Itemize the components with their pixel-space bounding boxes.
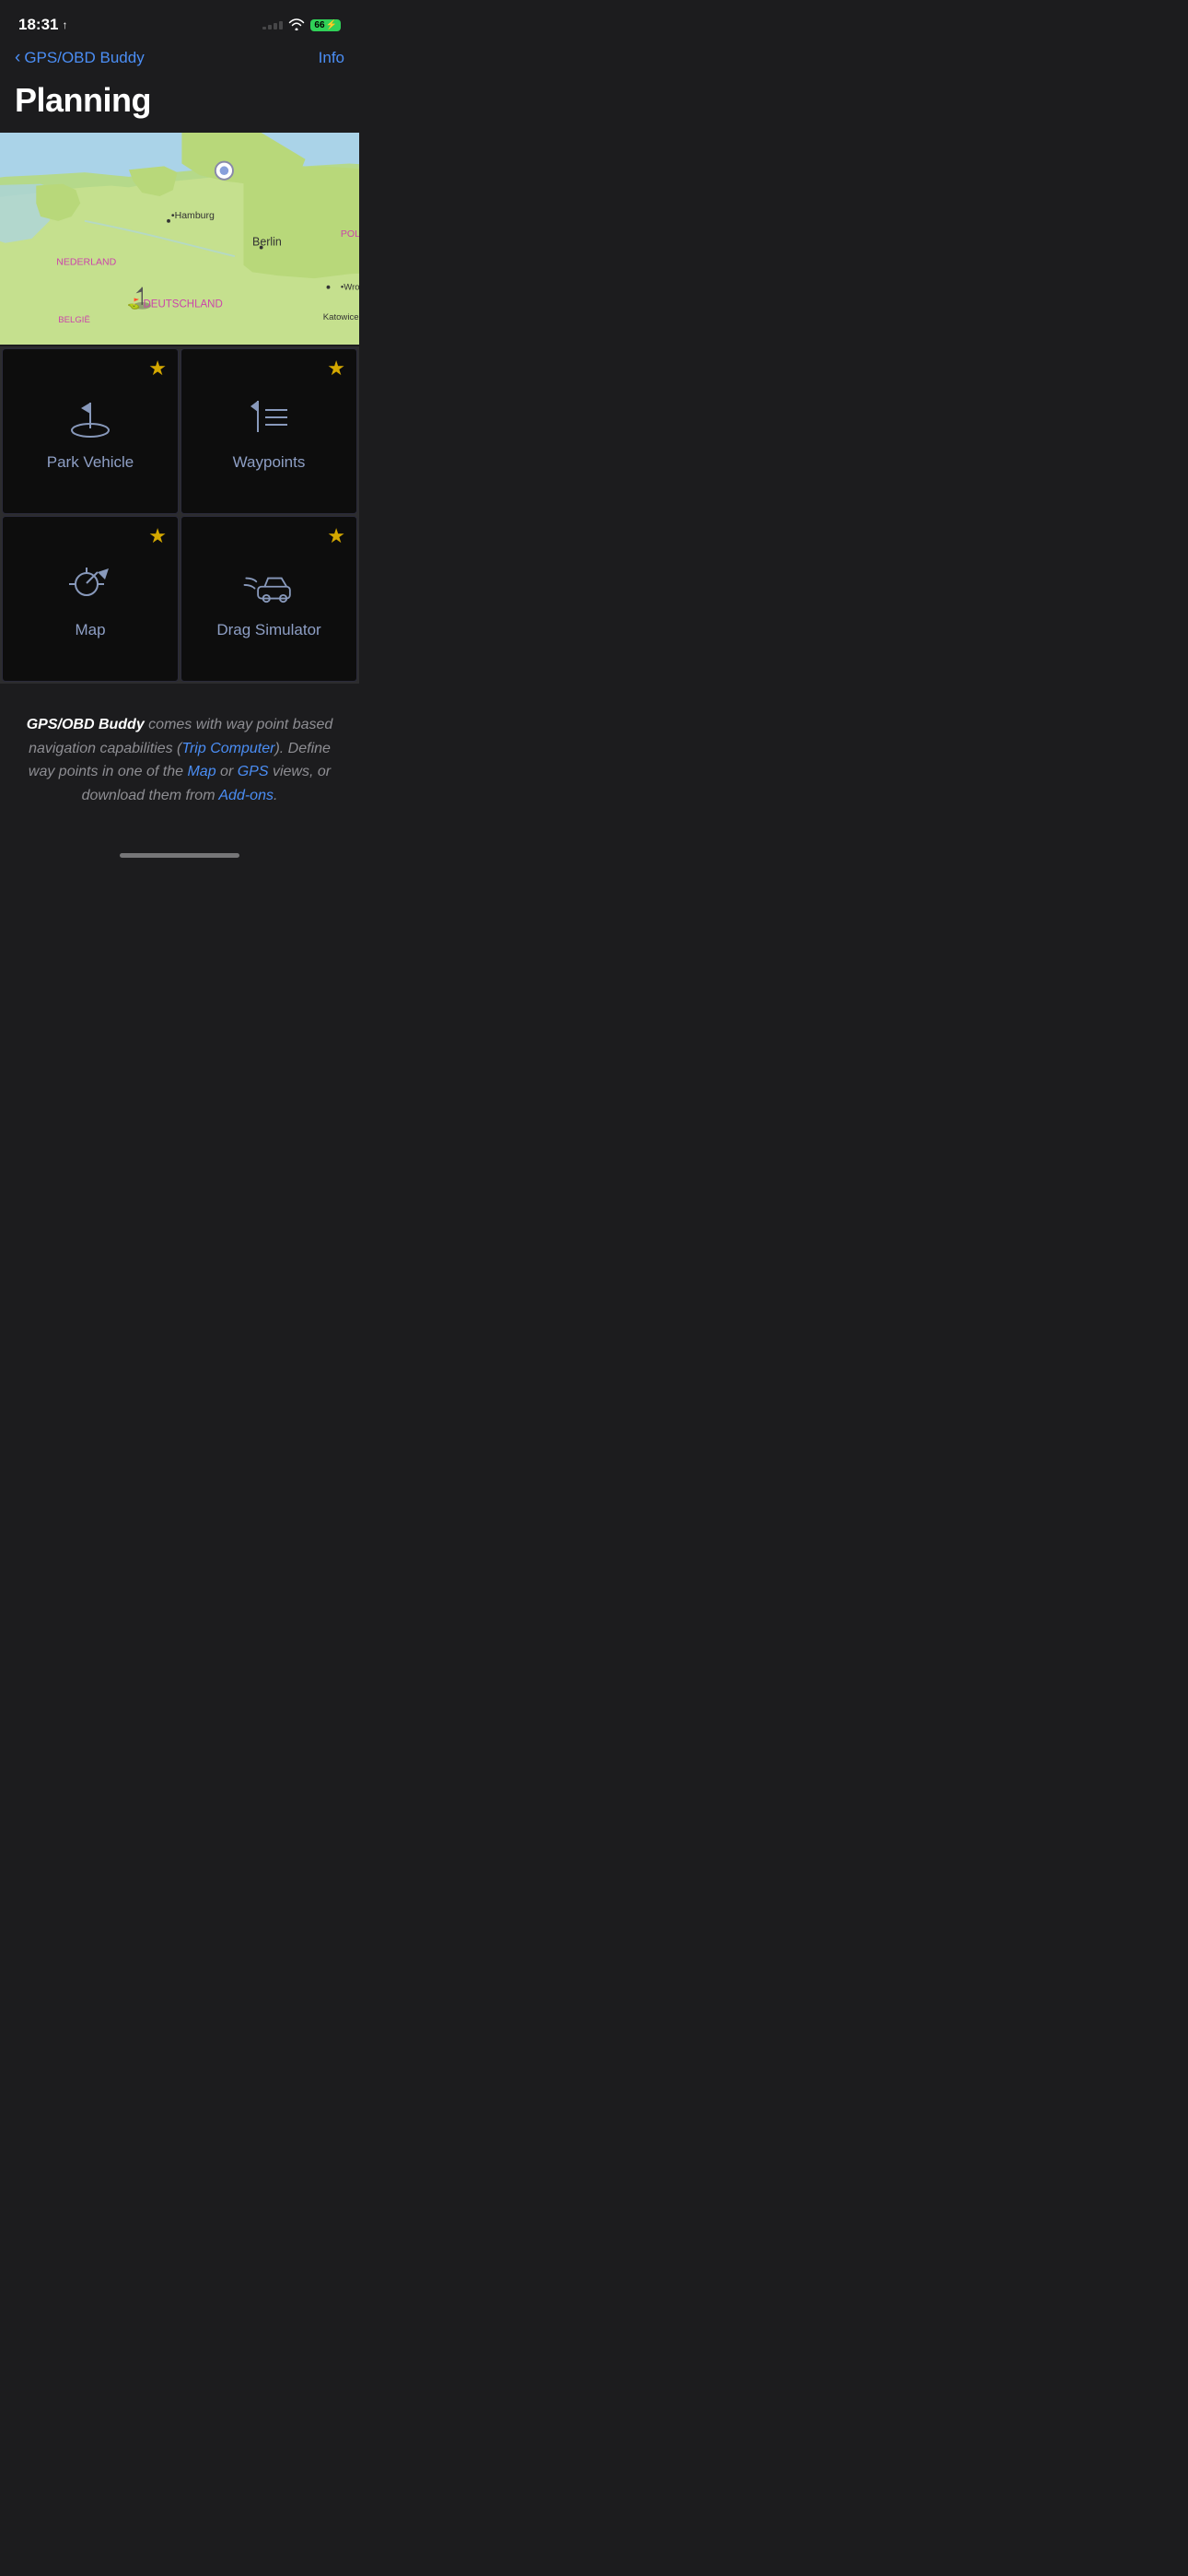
park-vehicle-cell[interactable]: ★ Park Vehicle — [2, 348, 179, 514]
map-icon — [58, 558, 122, 610]
svg-text:POLA: POLA — [341, 228, 359, 240]
status-time: 18:31 ↑ — [18, 16, 67, 34]
map-view[interactable]: TED GDOM Birmingham •London NEDERLAND •H… — [0, 133, 359, 345]
navigation-bar: ‹ GPS/OBD Buddy Info — [0, 44, 359, 77]
star-icon: ★ — [148, 524, 167, 547]
svg-text:•Hamburg: •Hamburg — [171, 210, 215, 221]
description-section: GPS/OBD Buddy comes with way point based… — [0, 684, 359, 844]
battery-level: 66 — [314, 20, 324, 30]
info-button[interactable]: Info — [319, 49, 344, 67]
page-title: Planning — [0, 77, 359, 133]
waypoints-star[interactable]: ★ — [327, 358, 345, 379]
star-icon: ★ — [327, 524, 345, 547]
back-label: GPS/OBD Buddy — [24, 49, 144, 67]
svg-text:•Wroc: •Wroc — [341, 283, 359, 293]
signal-strength-icon — [262, 21, 283, 29]
svg-text:Katowice: Katowice — [323, 312, 359, 322]
svg-text:Berlin: Berlin — [252, 236, 282, 249]
drag-simulator-icon — [237, 558, 301, 610]
addons-link[interactable]: Add-ons — [218, 788, 274, 803]
map-cell[interactable]: ★ Map — [2, 516, 179, 682]
battery-bolt-icon: ⚡ — [326, 20, 337, 30]
time-display: 18:31 — [18, 16, 58, 34]
svg-text:NEDERLAND: NEDERLAND — [56, 257, 116, 268]
battery-indicator: 66 ⚡ — [310, 19, 341, 31]
star-icon: ★ — [327, 357, 345, 380]
trip-computer-link[interactable]: Trip Computer — [181, 741, 274, 756]
waypoints-icon — [237, 391, 301, 442]
app-name-text: GPS/OBD Buddy — [27, 717, 145, 732]
back-button[interactable]: ‹ GPS/OBD Buddy — [15, 48, 145, 68]
status-icons: 66 ⚡ — [262, 18, 341, 33]
desc-text3: or — [216, 764, 238, 779]
gps-link[interactable]: GPS — [238, 764, 269, 779]
star-icon: ★ — [148, 357, 167, 380]
park-vehicle-icon — [58, 391, 122, 442]
home-bar — [120, 853, 239, 858]
drag-simulator-cell[interactable]: ★ Drag Simulator — [181, 516, 357, 682]
home-indicator — [0, 844, 359, 865]
waypoints-cell[interactable]: ★ Waypoints — [181, 348, 357, 514]
svg-text:⛳ DEUTSCHLAND: ⛳ DEUTSCHLAND — [127, 298, 223, 310]
chevron-left-icon: ‹ — [15, 48, 20, 68]
desc-text5: . — [274, 788, 277, 803]
map-label: Map — [75, 621, 105, 639]
svg-text:BELGIË: BELGIË — [58, 315, 90, 325]
status-bar: 18:31 ↑ 66 ⚡ — [0, 0, 359, 44]
drag-simulator-star[interactable]: ★ — [327, 526, 345, 546]
waypoints-label: Waypoints — [233, 453, 306, 472]
map-link[interactable]: Map — [187, 764, 215, 779]
location-arrow-icon: ↑ — [62, 18, 67, 31]
park-vehicle-star[interactable]: ★ — [148, 358, 167, 379]
drag-simulator-label: Drag Simulator — [216, 621, 320, 639]
map-star[interactable]: ★ — [148, 526, 167, 546]
feature-grid: ★ Park Vehicle ★ — [0, 346, 359, 684]
park-vehicle-label: Park Vehicle — [47, 453, 134, 472]
wifi-icon — [288, 18, 305, 33]
info-label: Info — [319, 49, 344, 66]
